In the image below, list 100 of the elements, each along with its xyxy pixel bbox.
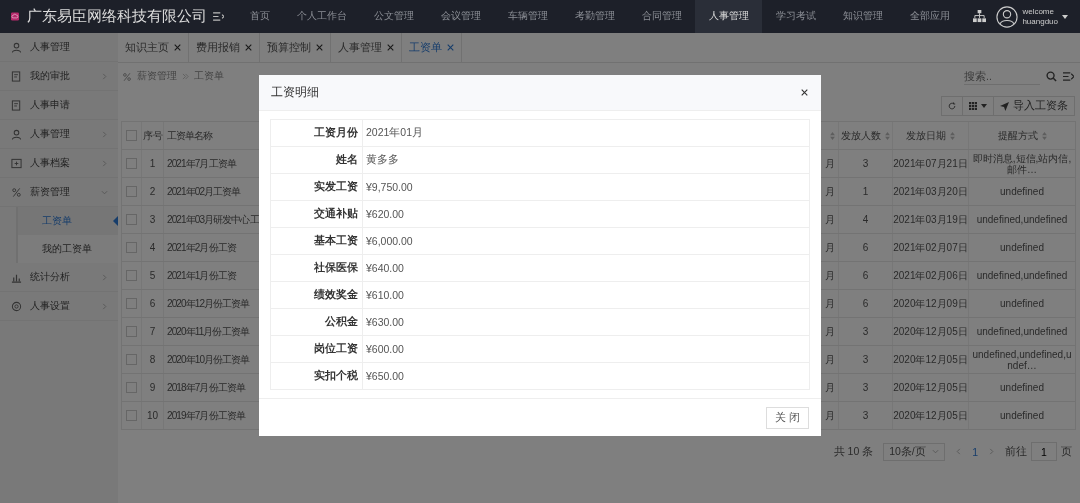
next-page-icon[interactable] <box>988 448 995 455</box>
org-chart-icon[interactable] <box>973 10 987 23</box>
table-cell: 2020年12月05日 <box>893 318 969 345</box>
table-cell-text: undefined <box>999 241 1045 255</box>
table-cell: 2021年02月06日 <box>893 262 969 289</box>
sidebar-item[interactable]: 人事管理 <box>0 33 118 62</box>
sidebar-subitem[interactable]: 工资单 <box>16 207 118 235</box>
column-label: 发放人数 <box>841 128 881 143</box>
page-tab[interactable]: 人事管理 <box>331 33 402 62</box>
nav-item[interactable]: 全部应用 <box>896 0 963 33</box>
send-icon <box>1000 101 1009 111</box>
table-cell-text: undefined,undefined <box>975 269 1069 283</box>
nav-item[interactable]: 首页 <box>236 0 283 33</box>
checkbox[interactable] <box>126 130 137 141</box>
checkbox[interactable] <box>126 298 137 309</box>
prev-page-icon[interactable] <box>955 448 963 455</box>
field-value: 2021年01月 <box>365 125 425 140</box>
menu-icon[interactable] <box>213 12 224 21</box>
table-cell-text: undefined <box>999 297 1045 311</box>
sidebar-item[interactable]: 统计分析 <box>0 263 118 292</box>
person-icon <box>11 41 22 53</box>
sort-icon[interactable] <box>885 131 890 140</box>
table-cell: 3 <box>839 150 893 177</box>
close-icon[interactable] <box>387 44 394 51</box>
sidebar-item[interactable]: 人事档案 <box>0 149 118 178</box>
table-cell: 6 <box>839 262 893 289</box>
chevron-icon <box>932 448 940 455</box>
close-icon[interactable] <box>245 44 252 51</box>
avatar-icon[interactable] <box>996 5 1019 28</box>
checkbox[interactable] <box>126 186 137 197</box>
caret-icon[interactable] <box>1062 14 1068 19</box>
user-name: huangduo <box>1022 16 1058 27</box>
sidebar-item[interactable]: 我的审批 <box>0 62 118 91</box>
nav-item[interactable]: 学习考试 <box>762 0 829 33</box>
checkbox[interactable] <box>126 354 137 365</box>
field-value: ¥6,000.00 <box>365 234 414 249</box>
columns-button[interactable] <box>963 96 994 116</box>
close-icon[interactable] <box>174 44 181 51</box>
refresh-icon <box>948 102 956 110</box>
close-icon[interactable] <box>316 44 323 51</box>
header-cell[interactable]: 发放日期 <box>893 122 969 149</box>
nav-item[interactable]: 知识管理 <box>829 0 896 33</box>
search-field[interactable]: 搜索.. <box>964 68 1040 85</box>
checkbox[interactable] <box>126 214 137 225</box>
close-button[interactable]: 关 闭 <box>766 406 809 429</box>
table-cell: 3 <box>839 374 893 401</box>
table-cell: 9 <box>142 374 164 401</box>
table-cell: 4 <box>142 234 164 261</box>
table-cell: 2020年12月05日 <box>893 374 969 401</box>
sidebar-item[interactable]: 人事设置 <box>0 292 118 321</box>
nav-item[interactable]: 人事管理 <box>695 0 762 33</box>
nav-item[interactable]: 会议管理 <box>427 0 494 33</box>
search-icon[interactable] <box>1046 71 1057 82</box>
field-label: 岗位工资 <box>271 336 363 362</box>
nav-item[interactable]: 车辆管理 <box>494 0 561 33</box>
document-icon <box>11 99 22 111</box>
table-cell-text: undefined,undefined <box>975 213 1069 227</box>
goto-label: 前往 <box>1005 444 1027 459</box>
table-cell: 1 <box>839 178 893 205</box>
checkbox[interactable] <box>126 326 137 337</box>
page-tab[interactable]: 知识主页 <box>118 33 189 62</box>
table-cell: 6 <box>839 234 893 261</box>
table-cell: 2020年12月09日 <box>893 290 969 317</box>
nav-item[interactable]: 公文管理 <box>360 0 427 33</box>
header-cell[interactable]: 提醒方式 <box>969 122 1075 149</box>
table-cell: 2021年02月07日 <box>893 234 969 261</box>
checkbox[interactable] <box>126 382 137 393</box>
welcome-text: welcome <box>1022 6 1055 17</box>
header-cell[interactable]: 发放人数 <box>839 122 893 149</box>
import-button[interactable]: 导入工资条 <box>994 96 1075 116</box>
column-label: 发放日期 <box>906 128 946 143</box>
nav-item[interactable]: 个人工作台 <box>283 0 360 33</box>
page-tab[interactable]: 预算控制 <box>260 33 331 62</box>
page-number[interactable]: 1 <box>972 445 978 458</box>
refresh-button[interactable] <box>941 96 963 116</box>
checkbox[interactable] <box>126 270 137 281</box>
checkbox[interactable] <box>126 410 137 421</box>
field-value: ¥9,750.00 <box>365 180 414 195</box>
page-input[interactable]: 1 <box>1031 442 1057 461</box>
checkbox[interactable] <box>126 158 137 169</box>
close-icon[interactable] <box>801 89 808 96</box>
sort-icon[interactable] <box>830 131 835 140</box>
sidebar-item[interactable]: 人事申请 <box>0 91 118 120</box>
grid-icon <box>969 102 977 110</box>
sort-icon[interactable] <box>1041 131 1047 140</box>
field-label: 姓名 <box>271 147 363 173</box>
nav-item[interactable]: 合同管理 <box>628 0 695 33</box>
field-label: 实扣个税 <box>271 363 363 389</box>
table-cell-text: undefined <box>999 409 1045 423</box>
nav-item[interactable]: 考勤管理 <box>561 0 628 33</box>
page-tab[interactable]: 费用报销 <box>189 33 260 62</box>
checkbox[interactable] <box>126 242 137 253</box>
table-cell: 2021年03月19日 <box>893 206 969 233</box>
column-label: 工资单名称 <box>167 128 213 143</box>
sidebar-item[interactable]: 人事管理 <box>0 120 118 149</box>
filter-list-icon[interactable] <box>1063 71 1074 82</box>
sort-icon[interactable] <box>950 131 955 140</box>
page-size-select[interactable]: 10条/页 <box>883 442 946 461</box>
page-tab[interactable]: 工资单 <box>402 33 462 62</box>
page-suffix: 页 <box>1061 444 1072 459</box>
